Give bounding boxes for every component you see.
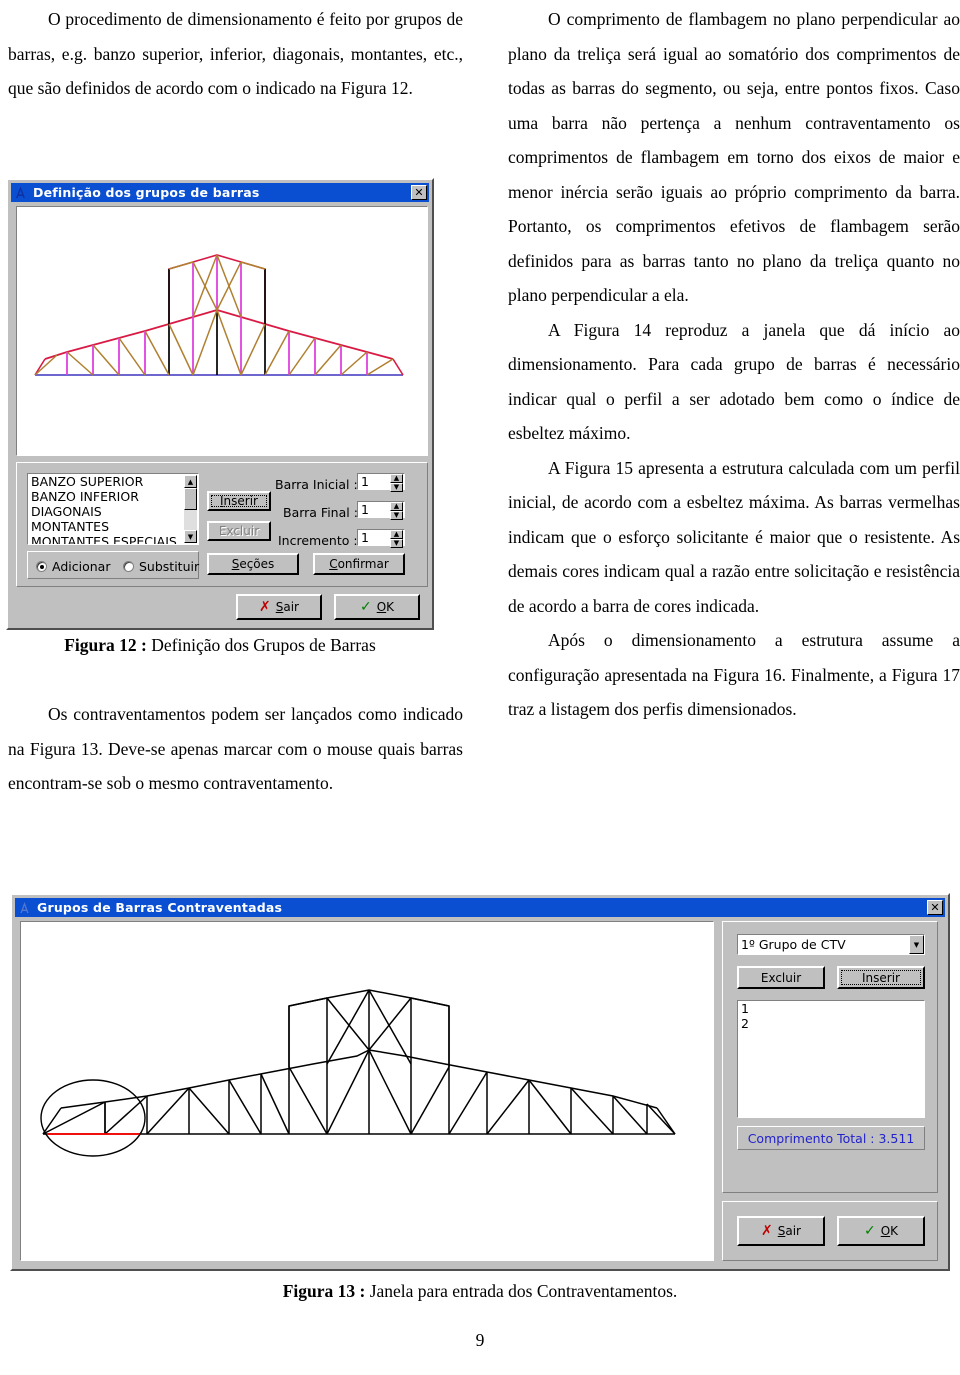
group-list[interactable]: BANZO SUPERIOR BANZO INFERIOR DIAGONAIS … (27, 473, 199, 545)
radio-substituir-label: Substituir (139, 559, 200, 574)
barra-inicial-label: Barra Inicial : (275, 477, 358, 492)
stepper-down-icon[interactable]: ▼ (390, 539, 403, 548)
list-item[interactable]: 2 (738, 1016, 924, 1031)
controls-group-panel: BANZO SUPERIOR BANZO INFERIOR DIAGONAIS … (16, 462, 428, 587)
window-titlebar[interactable]: Grupos de Barras Contraventadas ✕ (15, 898, 945, 917)
stepper-up-icon[interactable]: ▲ (390, 530, 403, 539)
excluir-button: Excluir (207, 521, 271, 541)
ok-button[interactable]: ✓ OK (334, 594, 420, 620)
chevron-down-icon[interactable]: ▼ (909, 935, 924, 954)
inserir-button-label: Inserir (220, 494, 258, 508)
incremento-label: Incremento : (278, 533, 358, 548)
mode-radio-group: Adicionar Substituir (27, 551, 199, 579)
sair-button-label: Sair (275, 600, 299, 614)
truss-preview-canvas[interactable] (16, 206, 428, 456)
stepper-up-icon[interactable]: ▲ (390, 474, 403, 483)
list-item[interactable]: MONTANTES (28, 519, 198, 534)
radio-adicionar[interactable]: Adicionar (36, 559, 110, 574)
figure12-caption: Figura 12 : Definição dos Grupos de Barr… (6, 632, 434, 658)
figure12-caption-text: Definição dos Grupos de Barras (151, 635, 376, 655)
ok-button-label: OK (376, 600, 395, 614)
grupos-barras-contraventadas-window[interactable]: Grupos de Barras Contraventadas ✕ 1º Gru… (10, 893, 950, 1271)
scrollbar-thumb[interactable] (184, 488, 197, 510)
sair-button[interactable]: ✗ Sair (737, 1216, 825, 1246)
app-icon (17, 900, 32, 915)
ctv-bar-list[interactable]: 1 2 (737, 1000, 925, 1118)
barra-final-label: Barra Final : (283, 505, 358, 520)
x-icon: ✗ (259, 599, 271, 615)
x-icon: ✗ (761, 1223, 773, 1239)
paragraph: O comprimento de flambagem no plano perp… (508, 9, 960, 305)
stepper-up-icon[interactable]: ▲ (390, 502, 403, 511)
radio-substituir[interactable]: Substituir (123, 559, 199, 574)
scroll-up-icon[interactable]: ▲ (184, 475, 197, 488)
paragraph: A Figura 14 reproduz a janela que dá iní… (508, 319, 960, 444)
secoes-button[interactable]: Seções (207, 553, 299, 575)
radio-adicionar-icon[interactable] (36, 561, 47, 572)
figure13-caption-text: Janela para entrada dos Contraventamento… (369, 1281, 678, 1301)
stepper-down-icon[interactable]: ▼ (390, 511, 403, 520)
close-icon[interactable]: ✕ (927, 900, 943, 915)
ok-button[interactable]: ✓ OK (837, 1216, 925, 1246)
excluir-button-label: Excluir (218, 524, 260, 538)
comprimento-total-display: Comprimento Total : 3.511 (737, 1126, 925, 1150)
ctv-group-select[interactable]: 1º Grupo de CTV ▼ (737, 934, 925, 955)
inserir-button-label: Inserir (862, 970, 900, 985)
sair-button[interactable]: ✗ Sair (236, 594, 322, 620)
barra-inicial-stepper[interactable]: ▲ ▼ (390, 474, 403, 492)
window-titlebar[interactable]: Definição dos grupos de barras ✕ (11, 183, 429, 202)
app-icon (13, 185, 28, 200)
document-page: O procedimento de dimensionamento é feit… (0, 0, 960, 1375)
scrollbar-track[interactable] (184, 488, 197, 530)
list-item[interactable]: 1 (738, 1001, 924, 1016)
barra-final-stepper[interactable]: ▲ ▼ (390, 502, 403, 520)
list-item[interactable]: BANZO INFERIOR (28, 489, 198, 504)
window-title: Grupos de Barras Contraventadas (37, 900, 283, 915)
paragraph: Os contraventamentos podem ser lançados … (8, 704, 463, 793)
close-icon[interactable]: ✕ (411, 185, 427, 200)
dialog-actions-panel: ✗ Sair ✓ OK (722, 1201, 938, 1261)
page-number: 9 (475, 1330, 485, 1350)
definicao-grupos-barras-window[interactable]: Definição dos grupos de barras ✕ BANZO S… (6, 178, 434, 630)
group-list-scrollbar[interactable]: ▲ ▼ (184, 475, 197, 543)
radio-adicionar-label: Adicionar (52, 559, 111, 574)
figure12-caption-label: Figura 12 : (64, 635, 147, 655)
truss-diagram-bw (40, 989, 676, 1157)
incremento-stepper[interactable]: ▲ ▼ (390, 530, 403, 548)
list-item[interactable]: MONTANTES ESPECIAIS (28, 534, 198, 544)
inserir-button[interactable]: Inserir (207, 491, 271, 511)
ctv-group-select-value: 1º Grupo de CTV (741, 937, 846, 952)
confirmar-button-label: Confirmar (329, 557, 389, 571)
ctv-group-panel: 1º Grupo de CTV ▼ Excluir Inserir 1 2 Co… (722, 921, 938, 1193)
window-title: Definição dos grupos de barras (33, 185, 260, 200)
paragraph: O procedimento de dimensionamento é feit… (8, 9, 463, 98)
right-text-column: O comprimento de flambagem no plano perp… (508, 2, 960, 727)
paragraph: A Figura 15 apresenta a estrutura calcul… (508, 457, 960, 616)
excluir-button-label: Excluir (760, 970, 802, 985)
left-text-column-after-figure: Os contraventamentos podem ser lançados … (8, 697, 463, 801)
comprimento-total-value: 3.511 (878, 1130, 915, 1146)
comprimento-total-label: Comprimento Total : (747, 1130, 875, 1146)
excluir-button[interactable]: Excluir (737, 966, 825, 989)
list-item[interactable]: DIAGONAIS (28, 504, 198, 519)
inserir-button[interactable]: Inserir (837, 966, 925, 989)
truss-selection-canvas[interactable] (20, 921, 714, 1261)
figure13-caption: Figura 13 : Janela para entrada dos Cont… (0, 1278, 960, 1304)
scroll-down-icon[interactable]: ▼ (184, 530, 197, 543)
paragraph: Após o dimensionamento a estrutura assum… (508, 630, 960, 719)
check-icon: ✓ (863, 1223, 876, 1239)
left-text-column: O procedimento de dimensionamento é feit… (8, 2, 463, 106)
radio-substituir-icon[interactable] (123, 561, 134, 572)
check-icon: ✓ (359, 599, 372, 615)
sair-button-label: Sair (777, 1224, 801, 1238)
secoes-button-label: Seções (231, 557, 275, 571)
truss-diagram-colored (34, 254, 404, 376)
stepper-down-icon[interactable]: ▼ (390, 483, 403, 492)
figure13-caption-label: Figura 13 : (282, 1281, 366, 1301)
confirmar-button[interactable]: Confirmar (313, 553, 405, 575)
ok-button-label: OK (880, 1224, 899, 1238)
list-item[interactable]: BANZO SUPERIOR (28, 474, 198, 489)
